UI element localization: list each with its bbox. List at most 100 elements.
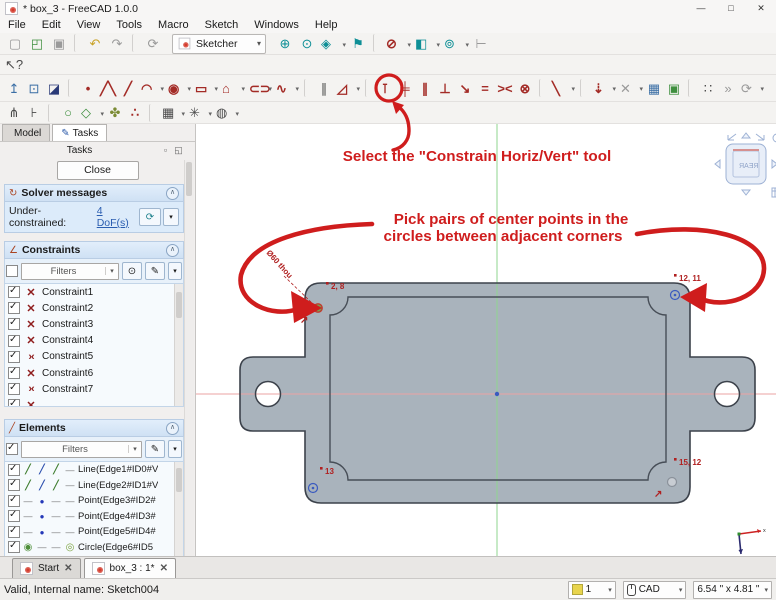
close-tab-icon[interactable]: ✕ — [64, 563, 72, 574]
menu-item[interactable]: Tools — [108, 17, 150, 33]
collapse-chevron-icon[interactable]: ∧ — [166, 244, 179, 257]
selection-tools-button[interactable]: ⟳ — [738, 78, 765, 98]
constraint-row[interactable]: Constraint1 — [5, 284, 183, 300]
constrain-lock-button[interactable]: ⊺ — [375, 78, 395, 98]
element-checkbox[interactable] — [8, 495, 20, 507]
constraint-checkbox[interactable] — [8, 351, 20, 363]
layer-selector[interactable]: 1 ▾ — [568, 581, 616, 599]
solver-dropdown-button[interactable]: ▾ — [163, 208, 179, 226]
elements-filter-combo[interactable]: Filters ▾ — [21, 441, 142, 458]
scrollbar-thumb[interactable] — [176, 468, 182, 492]
constraints-settings-button[interactable]: ✎ — [145, 262, 165, 280]
document-tab[interactable]: Start ✕ — [12, 558, 81, 578]
constraint-row[interactable] — [5, 397, 183, 407]
element-row[interactable]: Circle(Edge6#ID5 — [5, 540, 183, 556]
constrain-parallel-button[interactable]: ∥ — [415, 78, 435, 98]
create-bspline-button[interactable]: ∿ — [273, 78, 300, 98]
navigation-cube[interactable]: REAR — [715, 133, 776, 197]
constraint-checkbox[interactable] — [8, 302, 20, 314]
bspline-comb-button[interactable]: ∴ — [125, 103, 145, 123]
auto-constraints-button[interactable]: ╲ — [549, 78, 576, 98]
constraint-checkbox[interactable] — [8, 367, 20, 379]
constraint-row[interactable]: Constraint5 — [5, 349, 183, 365]
constraint-checkbox[interactable] — [8, 383, 20, 395]
collapse-chevron-icon[interactable]: ∧ — [166, 187, 179, 200]
constraint-row[interactable]: Constraint3 — [5, 316, 183, 332]
dimension-button[interactable]: ◿ — [334, 78, 361, 98]
constraints-header[interactable]: ∠ Constraints ∧ — [4, 241, 184, 259]
minimize-button[interactable]: — — [686, 0, 716, 17]
menu-item[interactable]: View — [69, 17, 109, 33]
close-tab-icon[interactable]: ✕ — [160, 563, 168, 574]
zoom-selection-button[interactable]: ⊙ — [296, 34, 318, 54]
constraints-settings-dropdown[interactable]: ▾ — [168, 262, 182, 280]
view-section-button[interactable]: ◪ — [44, 78, 64, 98]
create-rectangle-button[interactable]: ▭ — [192, 78, 219, 98]
element-row[interactable]: Point(Edge4#ID3# — [5, 509, 183, 525]
create-polygon-button[interactable]: ⌂ — [219, 78, 246, 98]
elements-filter-checkbox[interactable] — [6, 443, 18, 455]
solver-messages-header[interactable]: ↻ Solver messages ∧ — [4, 184, 184, 202]
element-row[interactable]: Point(Edge5#ID4# — [5, 524, 183, 540]
render-order-button[interactable]: ◍ — [213, 103, 240, 123]
create-line-button[interactable]: ╱ — [118, 78, 138, 98]
dof-link[interactable]: 4 DoF(s) — [97, 205, 135, 229]
bspline-info-button[interactable]: ∷ — [698, 78, 718, 98]
constraints-filter-checkbox[interactable] — [6, 265, 18, 277]
auto-update-refresh-button[interactable]: ⟳ — [139, 208, 161, 226]
snap-toggle-button[interactable]: ✳ — [186, 103, 213, 123]
texture-view-button[interactable]: ◧ — [412, 34, 441, 54]
toggle-driving-constraint-button[interactable]: ⇣ — [590, 78, 617, 98]
constraint-row[interactable]: Constraint2 — [5, 300, 183, 316]
constraint-row[interactable]: Constraint7 — [5, 381, 183, 397]
panel-scrollbar[interactable] — [184, 160, 194, 556]
construction-mode-button[interactable]: ∥ — [314, 78, 334, 98]
element-row[interactable]: Point(Edge3#ID2# — [5, 493, 183, 509]
elements-header[interactable]: ╱ Elements ∧ — [4, 419, 184, 437]
constraint-checkbox[interactable] — [8, 286, 20, 298]
constrain-symmetric-button[interactable]: >< — [495, 78, 515, 98]
element-checkbox[interactable] — [8, 526, 20, 538]
menu-item[interactable]: Help — [307, 17, 346, 33]
menu-item[interactable]: Macro — [150, 17, 197, 33]
create-polyline-button[interactable]: ╱╲ — [98, 78, 118, 98]
create-arc-button[interactable]: ◠ — [138, 78, 165, 98]
sync-view-button[interactable]: ⚑ — [347, 34, 369, 54]
document-tab[interactable]: box_3 : 1* ✕ — [84, 558, 176, 578]
grid-toggle-button[interactable]: ▦ — [159, 103, 186, 123]
create-point-button[interactable]: • — [78, 78, 98, 98]
constrain-tangent-button[interactable]: ↘ — [455, 78, 475, 98]
constraint-checkbox[interactable] — [8, 318, 20, 330]
show-constraints-eye-button[interactable]: ⊙ — [122, 262, 142, 280]
origin-point[interactable] — [495, 392, 499, 396]
elements-scrollbar[interactable] — [174, 462, 183, 556]
constraint-checkbox[interactable] — [8, 399, 20, 407]
workbench-selector[interactable]: Sketcher ▾ — [172, 34, 266, 54]
menu-item[interactable]: Windows — [246, 17, 307, 33]
fit-all-button[interactable]: ⊕ — [274, 34, 296, 54]
redo-button[interactable]: ↷ — [106, 34, 128, 54]
float-panel-icon[interactable]: ▫ — [159, 145, 172, 155]
corner-circle-bottom-right[interactable] — [668, 478, 677, 487]
element-checkbox[interactable] — [8, 541, 20, 553]
refresh-button[interactable]: ⟳ — [142, 34, 164, 54]
constraint-checkbox[interactable] — [8, 335, 20, 347]
viewport-size-selector[interactable]: 6.54 " x 4.81 " ▾ — [693, 581, 772, 599]
corner-circle-top-left[interactable] — [314, 304, 322, 312]
close-task-button[interactable]: Close — [57, 161, 139, 180]
maximize-button[interactable]: □ — [716, 0, 746, 17]
constrain-equal-button[interactable]: = — [475, 78, 495, 98]
create-circle-button[interactable]: ◉ — [165, 78, 192, 98]
whats-this-button[interactable]: ↖? — [4, 55, 24, 75]
collapse-chevron-icon[interactable]: ∧ — [166, 422, 179, 435]
leave-sketch-button[interactable]: ↥ — [4, 78, 24, 98]
constrain-horiz-vert-button[interactable]: ╪ — [395, 78, 415, 98]
axonometric-view-button[interactable]: ◈ — [318, 34, 347, 54]
element-checkbox[interactable] — [8, 479, 20, 491]
close-window-button[interactable]: ✕ — [746, 0, 776, 17]
scrollbar-thumb[interactable] — [186, 162, 192, 196]
toggle-construction-button[interactable]: ◇ — [78, 103, 105, 123]
nav-style-selector[interactable]: CAD ▾ — [623, 581, 687, 599]
view-sketch-button[interactable]: ⊡ — [24, 78, 44, 98]
sketch-viewport[interactable]: 2, 8 12, 11 13 15, 12 ↗ ↗ Ø60 thou REAR — [196, 124, 776, 556]
